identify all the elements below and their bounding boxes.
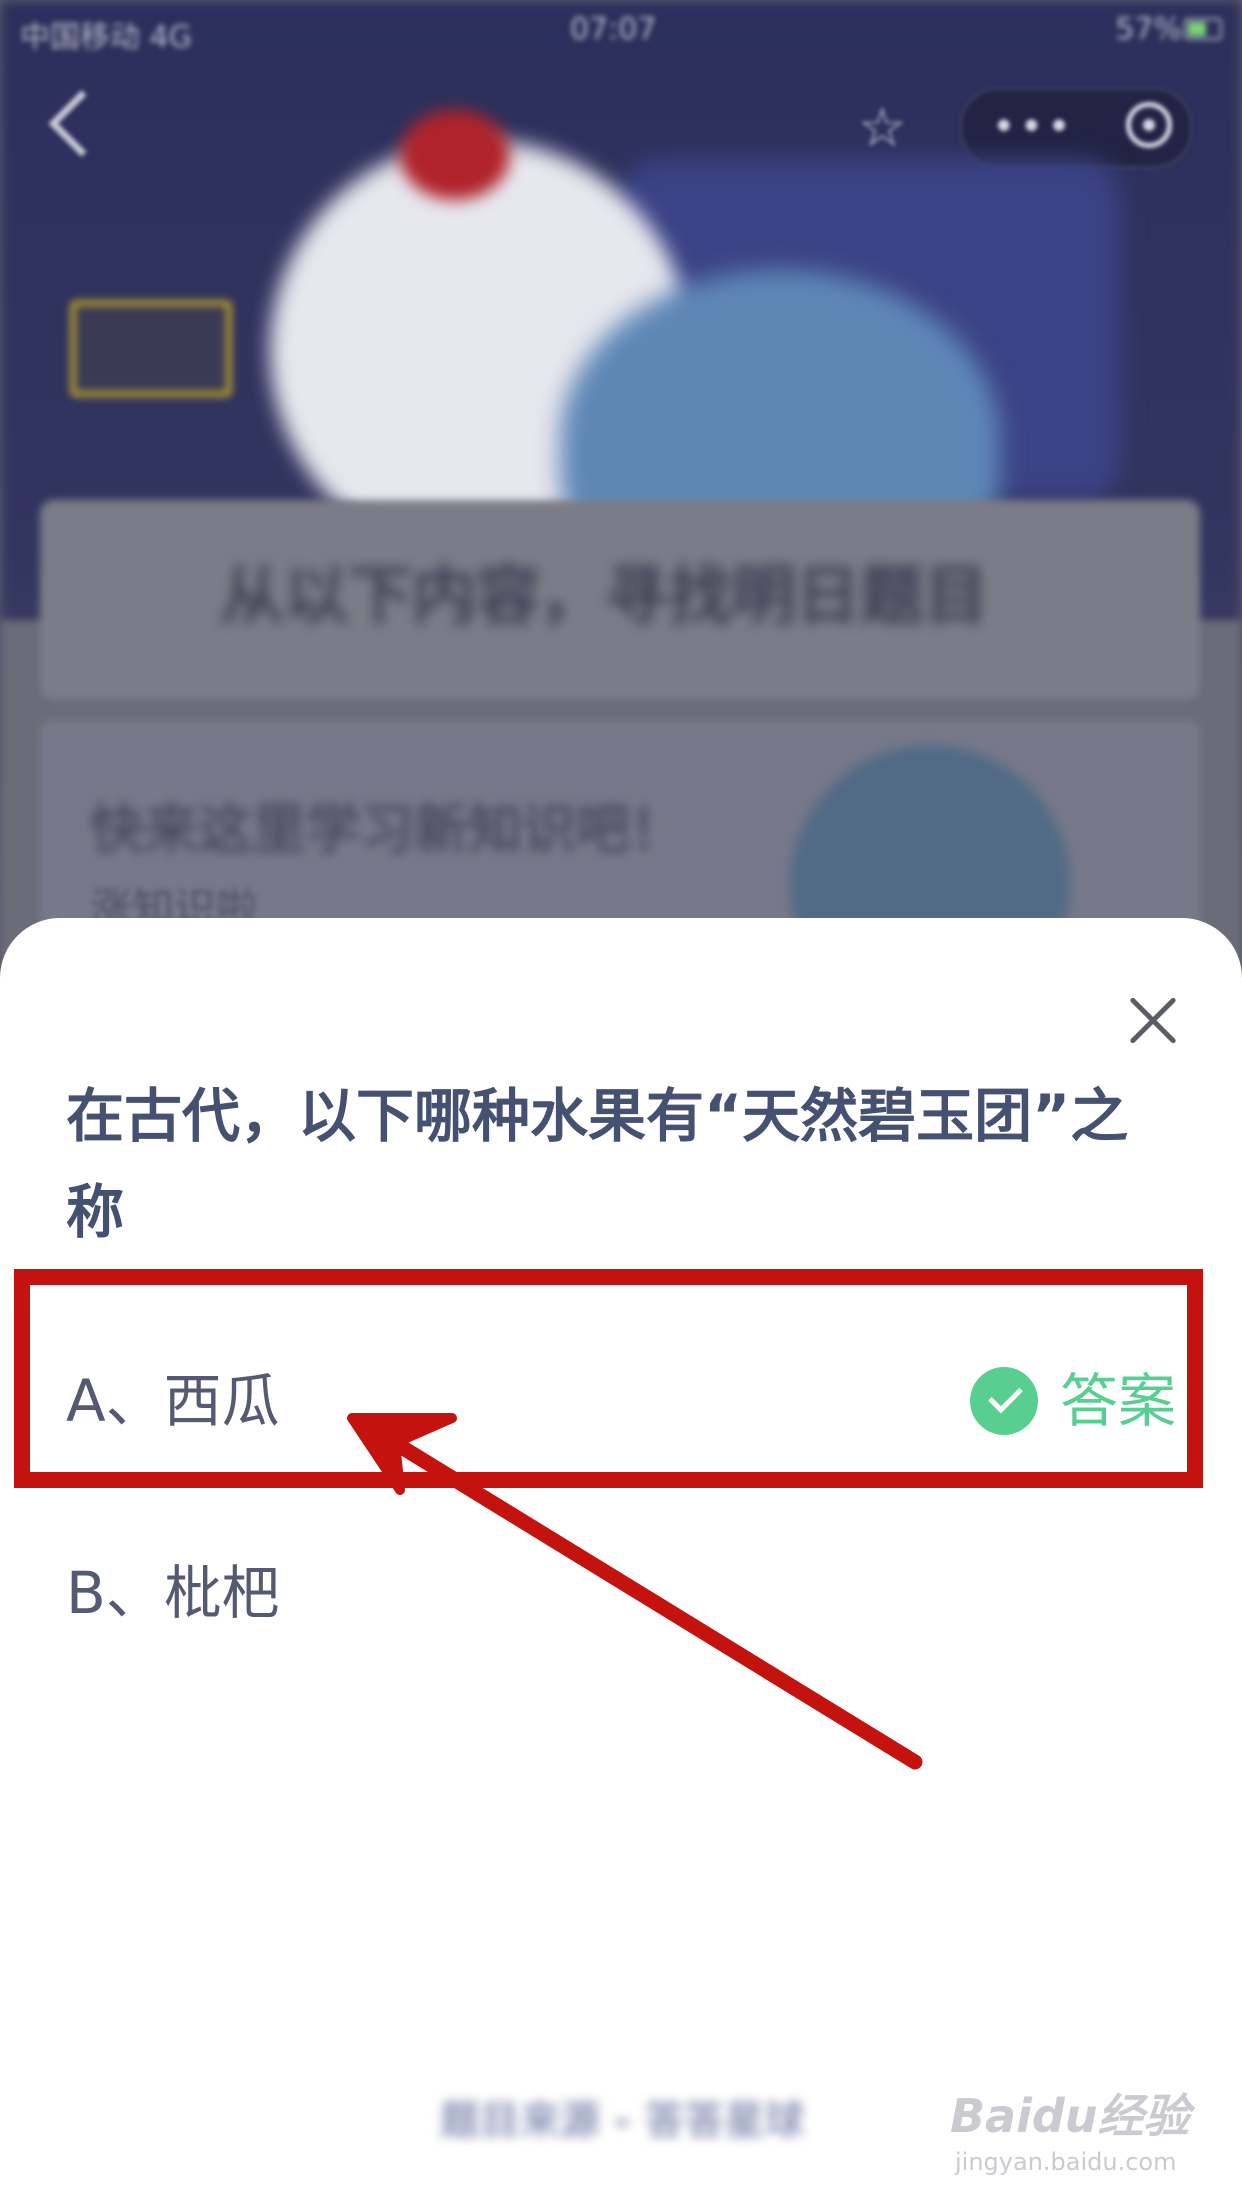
status-battery: 57%	[1115, 12, 1182, 47]
check-icon	[969, 1367, 1038, 1435]
quiz-option-a-label: A、西瓜	[66, 1367, 280, 1435]
background-banner-title: 快来这里学习新知识吧！	[90, 798, 684, 861]
answer-tag: 答案	[969, 1346, 1176, 1456]
battery-icon	[1184, 18, 1222, 40]
watermark-brand: Baidu经验	[950, 2089, 1190, 2143]
quiz-question: 在古代，以下哪种水果有“天然碧玉团”之称	[66, 1082, 1129, 1246]
background-title: 从以下内容，寻找明日题目	[220, 560, 988, 634]
screen: 中国移动 4G 07:07 57% ☆ ••• 从以下内容，寻找明日题目 快来这…	[0, 0, 1242, 2208]
watermark-url: jingyan.baidu.com	[955, 2148, 1177, 2176]
status-time: 07:07	[570, 12, 657, 47]
mascot-comb-illustration	[400, 110, 510, 200]
miniapp-close-icon[interactable]	[1126, 102, 1172, 148]
close-icon[interactable]	[1120, 988, 1186, 1054]
badge-illustration	[70, 300, 232, 397]
answer-label: 答案	[1059, 1367, 1176, 1435]
quiz-sheet: 在古代，以下哪种水果有“天然碧玉团”之称 A、西瓜 答案 B、枇杷 题目来源 -…	[0, 918, 1242, 2208]
quiz-option-b-label: B、枇杷	[66, 1559, 280, 1627]
quiz-footer: 题目来源 - 答答星球	[440, 2098, 805, 2144]
status-carrier: 中国移动 4G	[20, 20, 192, 55]
star-icon[interactable]: ☆	[858, 96, 906, 159]
quiz-option-a[interactable]: A、西瓜 答案	[66, 1346, 1176, 1456]
miniapp-capsule: •••	[960, 88, 1192, 168]
quiz-option-b[interactable]: B、枇杷	[66, 1538, 1176, 1648]
more-icon[interactable]: •••	[992, 104, 1075, 150]
status-bar: 中国移动 4G 07:07 57%	[0, 0, 1242, 64]
